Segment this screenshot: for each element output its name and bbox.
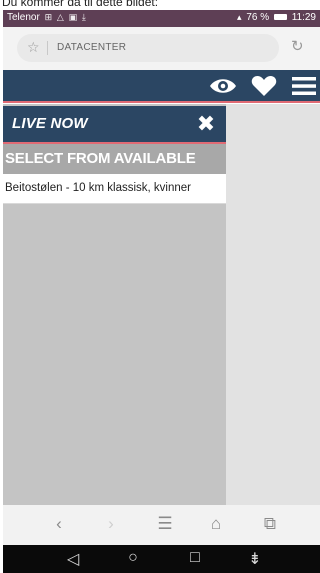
home-icon[interactable]: ⌂ <box>204 514 228 534</box>
image-icon: ▣ <box>68 12 78 22</box>
list-item[interactable]: Beitostølen - 10 km klassisk, kvinner <box>3 174 226 204</box>
download-icon: ⤓ <box>81 12 86 22</box>
tabs-icon[interactable]: ⧉ <box>258 514 282 534</box>
menu-icon[interactable] <box>292 76 316 101</box>
back-icon[interactable]: ‹ <box>47 514 71 534</box>
browser-toolbar: ☆ DATACENTER ↻ <box>3 27 320 70</box>
status-right: ▴ 76 % 11:29 <box>237 12 316 23</box>
heart-icon[interactable] <box>251 75 277 102</box>
url-divider <box>47 41 48 55</box>
page-caption: Du kommer da til dette bildet: <box>0 0 320 10</box>
warning-icon: △ <box>56 12 64 22</box>
site-header <box>3 70 320 103</box>
page-background <box>226 104 320 505</box>
reload-icon[interactable]: ↻ <box>291 37 304 55</box>
status-left: Telenor ⊞ △ ▣ ⤓ <box>7 12 86 23</box>
battery-icon <box>273 13 287 20</box>
battery-percent: 76 % <box>246 12 270 23</box>
live-now-header: LIVE NOW ✖ <box>3 106 226 144</box>
carrier-name: Telenor <box>7 12 40 23</box>
list-item-label: Beitostølen - 10 km klassisk, kvinner <box>5 182 191 194</box>
eye-icon[interactable] <box>209 77 237 100</box>
address-bar[interactable]: ☆ DATACENTER <box>17 34 279 62</box>
android-back-icon[interactable]: ◁ <box>61 549 85 569</box>
caption-text: Du kommer da til dette bildet: <box>2 0 159 9</box>
signal-icon: ▴ <box>237 12 242 22</box>
status-bar: Telenor ⊞ △ ▣ ⤓ ▴ 76 % 11:29 <box>3 10 320 27</box>
android-recents-icon[interactable]: □ <box>183 549 207 567</box>
url-text[interactable]: DATACENTER <box>57 42 126 53</box>
android-home-icon[interactable]: ○ <box>121 549 145 567</box>
select-header: SELECT FROM AVAILABLE <box>3 144 226 174</box>
close-button[interactable]: ✖ <box>193 111 219 137</box>
select-header-text: SELECT FROM AVAILABLE <box>5 150 196 167</box>
live-now-title: LIVE NOW <box>12 115 88 132</box>
clock: 11:29 <box>291 12 316 23</box>
menu-lines-icon[interactable]: ☰ <box>153 514 177 534</box>
network-icon: ⊞ <box>44 12 53 22</box>
forward-icon[interactable]: › <box>99 514 123 534</box>
android-nav-bar: ◁ ○ □ ⇟ <box>3 545 320 573</box>
star-icon[interactable]: ☆ <box>27 39 40 56</box>
notification-pull-icon[interactable]: ⇟ <box>243 549 267 569</box>
browser-nav-bar: ‹ › ☰ ⌂ ⧉ <box>3 505 320 545</box>
